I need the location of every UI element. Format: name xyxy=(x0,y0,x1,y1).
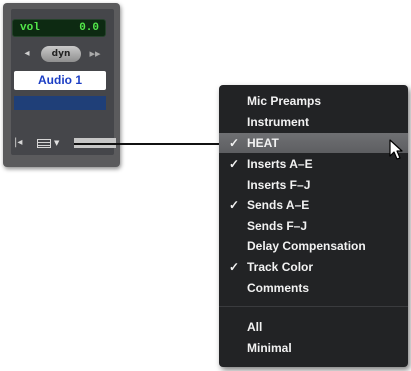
view-selector-icon[interactable] xyxy=(37,139,51,148)
arrow-left-icon[interactable]: ◂ xyxy=(21,46,33,62)
menu-item-label: Minimal xyxy=(247,341,292,355)
menu-item-label: Track Color xyxy=(247,260,314,274)
menu-item-delay-compensation[interactable]: Delay Compensation xyxy=(219,236,408,256)
fast-forward-icon[interactable]: ▸▸ xyxy=(87,46,103,62)
checkmark-icon: ✓ xyxy=(229,260,240,274)
menu-item-label: Sends A–E xyxy=(247,198,310,212)
menu-item-inserts-f-j[interactable]: Inserts F–J xyxy=(219,175,408,195)
menu-item-label: Instrument xyxy=(247,115,310,129)
view-options-menu: Mic Preamps Instrument ✓ HEAT ✓ Inserts … xyxy=(219,85,408,367)
menu-item-track-color[interactable]: ✓ Track Color xyxy=(219,257,408,277)
checkmark-icon: ✓ xyxy=(229,157,240,171)
menu-separator xyxy=(219,306,408,307)
menu-item-label: Inserts F–J xyxy=(247,178,311,192)
menu-item-minimal[interactable]: Minimal xyxy=(219,338,408,358)
track-name-field[interactable]: Audio 1 xyxy=(14,71,106,90)
dropdown-triangle-icon[interactable]: ▼ xyxy=(54,139,62,147)
menu-item-label: Mic Preamps xyxy=(247,94,322,108)
menu-item-label: Delay Compensation xyxy=(247,239,366,253)
checkmark-icon: ✓ xyxy=(229,136,240,150)
mouse-cursor-icon xyxy=(389,139,403,160)
checkmark-icon: ✓ xyxy=(229,198,240,212)
menu-item-heat[interactable]: ✓ HEAT xyxy=(219,133,408,153)
track-color-bar xyxy=(14,96,106,110)
strip-width-icon[interactable]: |◂ xyxy=(14,138,26,148)
dyn-button[interactable]: dyn xyxy=(41,46,81,62)
volume-label: vol xyxy=(20,22,40,34)
callout-line xyxy=(74,143,219,145)
volume-display[interactable]: vol 0.0 xyxy=(12,19,106,37)
menu-item-all[interactable]: All xyxy=(219,317,408,337)
menu-item-label: HEAT xyxy=(247,136,279,150)
menu-item-label: Sends F–J xyxy=(247,219,308,233)
menu-item-mic-preamps[interactable]: Mic Preamps xyxy=(219,91,408,111)
menu-item-comments[interactable]: Comments xyxy=(219,278,408,298)
menu-item-label: Comments xyxy=(247,281,310,295)
menu-item-sends-a-e[interactable]: ✓ Sends A–E xyxy=(219,195,408,215)
menu-item-label: All xyxy=(247,320,263,334)
menu-item-instrument[interactable]: Instrument xyxy=(219,112,408,132)
volume-value: 0.0 xyxy=(79,22,99,34)
menu-item-inserts-a-e[interactable]: ✓ Inserts A–E xyxy=(219,154,408,174)
menu-item-sends-f-j[interactable]: Sends F–J xyxy=(219,216,408,236)
menu-item-label: Inserts A–E xyxy=(247,157,313,171)
